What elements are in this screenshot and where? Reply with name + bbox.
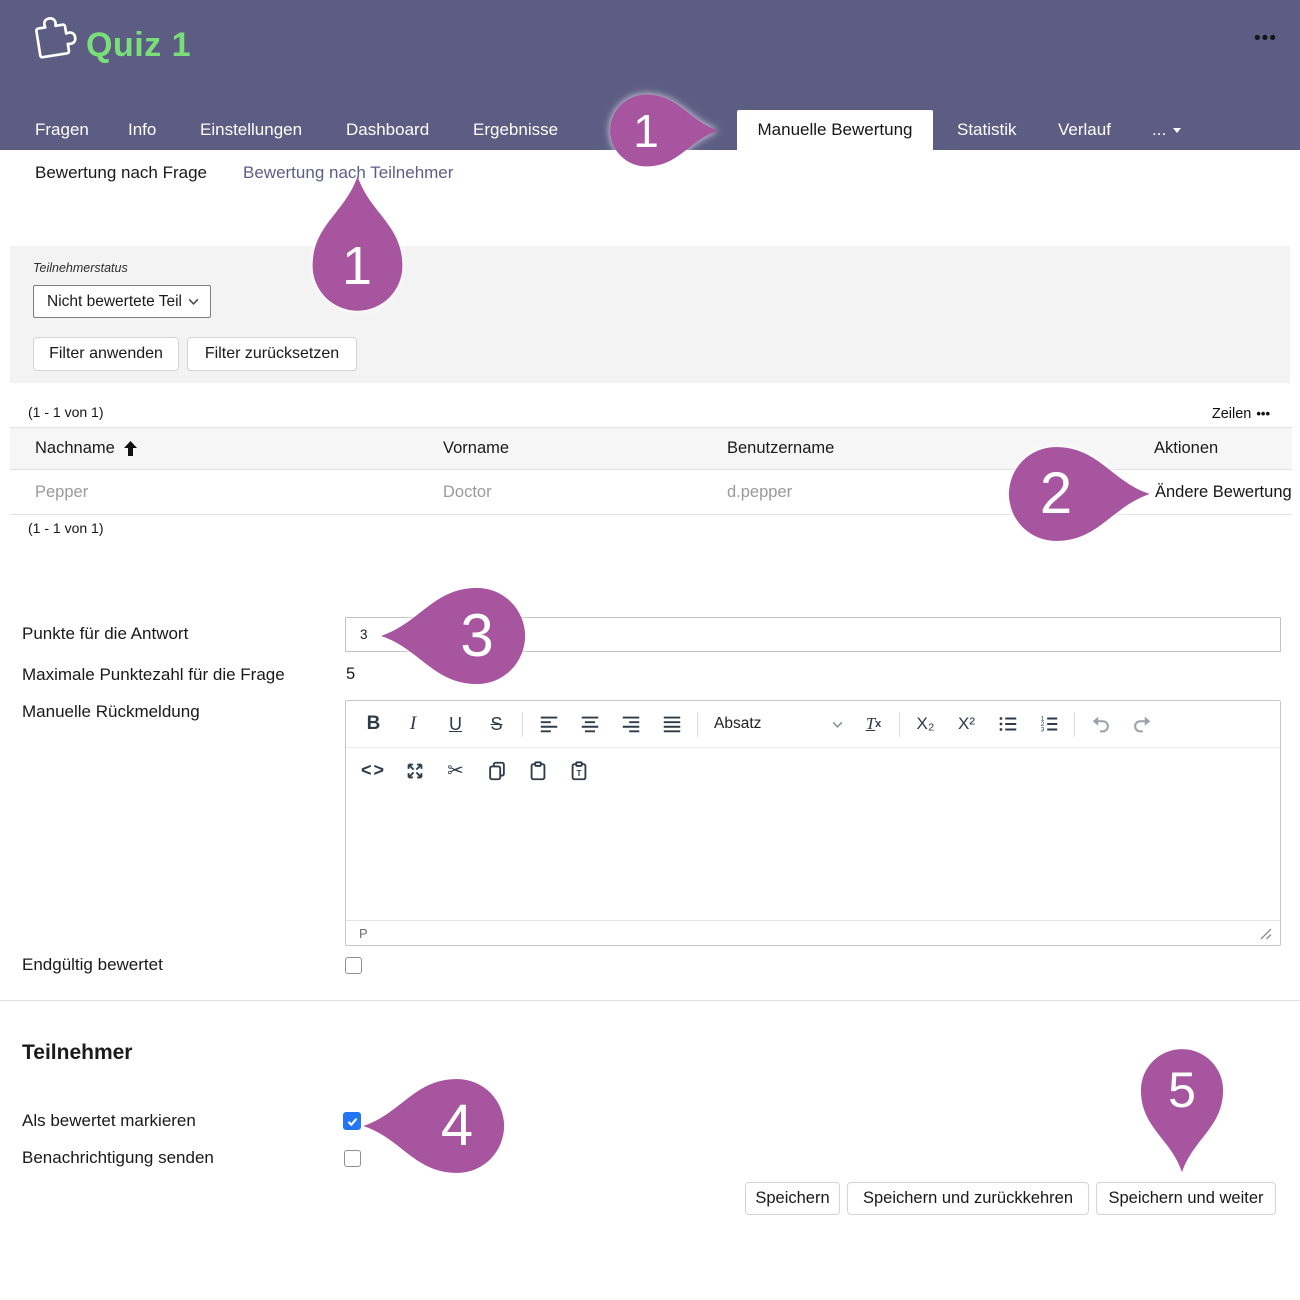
send-notification-checkbox[interactable] <box>344 1150 361 1167</box>
send-notification-label: Benachrichtigung senden <box>22 1148 214 1168</box>
manual-grading-page: Quiz 1 ••• Fragen Info Einstellungen Das… <box>0 0 1300 1300</box>
toolbar-separator <box>697 712 698 737</box>
tab-statistik[interactable]: Statistik <box>957 110 1017 150</box>
cut-icon[interactable]: ✂ <box>435 754 476 788</box>
finalized-label: Endgültig bewertet <box>22 955 163 975</box>
subscript-icon[interactable]: X₂ <box>905 707 946 741</box>
annotation-marker-5: 5 <box>1126 1036 1238 1176</box>
svg-text:T: T <box>576 769 581 778</box>
element-path: P <box>359 926 368 941</box>
strikethrough-icon[interactable]: S <box>476 707 517 741</box>
toolbar-separator <box>522 712 523 737</box>
svg-text:3: 3 <box>1040 727 1044 734</box>
toolbar-separator <box>899 712 900 737</box>
tab-manuelle-bewertung[interactable]: Manuelle Bewertung <box>737 110 933 150</box>
bold-icon[interactable]: B <box>353 707 394 741</box>
numbered-list-icon[interactable]: 123 <box>1028 707 1069 741</box>
cell-nachname: Pepper <box>35 471 88 514</box>
mark-graded-label: Als bewertet markieren <box>22 1111 196 1131</box>
table-row: Pepper Doctor d.pepper Ändere Bewertung <box>10 471 1292 515</box>
redo-icon[interactable] <box>1121 707 1162 741</box>
undo-icon[interactable] <box>1080 707 1121 741</box>
main-tab-bar: Fragen Info Einstellungen Dashboard Erge… <box>0 110 1300 150</box>
checkmark-icon <box>346 1115 359 1128</box>
column-header-benutzername[interactable]: Benutzername <box>727 428 834 469</box>
align-left-icon[interactable] <box>528 707 569 741</box>
tab-dashboard[interactable]: Dashboard <box>346 110 429 150</box>
paste-icon[interactable] <box>517 754 558 788</box>
superscript-icon[interactable]: X² <box>946 707 987 741</box>
participant-status-select[interactable]: Nicht bewertete Teil <box>33 285 211 318</box>
source-code-icon[interactable]: <> <box>353 754 394 788</box>
tab-einstellungen[interactable]: Einstellungen <box>200 110 302 150</box>
result-count-bottom: (1 - 1 von 1) <box>28 520 103 536</box>
italic-icon[interactable]: I <box>394 707 435 741</box>
finalized-checkbox[interactable] <box>345 957 362 974</box>
table-header-row: Nachname Vorname Benutzername Aktionen <box>10 427 1292 470</box>
rows-menu[interactable]: Zeilen••• <box>1212 406 1270 422</box>
tab-more[interactable]: ... <box>1152 110 1181 150</box>
max-points-label: Maximale Punktezahl für die Frage <box>22 665 285 685</box>
page-title: Quiz 1 <box>86 26 191 65</box>
filter-panel: Teilnehmerstatus Nicht bewertete Teil Fi… <box>10 246 1290 383</box>
result-count-top: (1 - 1 von 1) <box>28 404 103 420</box>
bullet-list-icon[interactable] <box>987 707 1028 741</box>
participant-status-label: Teilnehmerstatus <box>33 261 128 275</box>
points-input[interactable] <box>345 617 1281 652</box>
save-and-next-button[interactable]: Speichern und weiter <box>1096 1182 1276 1215</box>
chevron-down-icon <box>831 718 844 731</box>
feedback-editor: B I U S Absatz Tx X₂ X² 123 <> <box>345 700 1281 946</box>
max-points-value: 5 <box>346 665 355 684</box>
save-button[interactable]: Speichern <box>745 1182 840 1215</box>
column-header-nachname[interactable]: Nachname <box>35 428 137 469</box>
toolbar-separator <box>1074 712 1075 737</box>
tab-ergebnisse[interactable]: Ergebnisse <box>473 110 558 150</box>
align-center-icon[interactable] <box>569 707 610 741</box>
fullscreen-icon[interactable] <box>394 754 435 788</box>
clear-formatting-icon[interactable]: Tx <box>853 707 894 741</box>
tab-verlauf[interactable]: Verlauf <box>1058 110 1111 150</box>
app-header: Quiz 1 ••• Fragen Info Einstellungen Das… <box>0 0 1300 150</box>
resize-handle-icon[interactable] <box>1260 928 1272 940</box>
subtab-bewertung-nach-frage[interactable]: Bewertung nach Frage <box>35 150 207 195</box>
paste-as-text-icon[interactable]: T <box>558 754 599 788</box>
section-divider <box>0 1000 1300 1001</box>
align-justify-icon[interactable] <box>651 707 692 741</box>
editor-toolbar-row1: B I U S Absatz Tx X₂ X² 123 <box>346 701 1280 747</box>
cell-benutzername: d.pepper <box>727 471 792 514</box>
column-header-aktionen: Aktionen <box>1154 428 1218 469</box>
column-header-vorname[interactable]: Vorname <box>443 428 509 469</box>
annotation-number: 4 <box>441 1097 473 1155</box>
filter-reset-button[interactable]: Filter zurücksetzen <box>187 337 357 371</box>
header-overflow-menu[interactable]: ••• <box>1254 28 1277 50</box>
paragraph-format-value: Absatz <box>714 715 761 733</box>
annotation-marker-4: 4 <box>375 1046 503 1206</box>
underline-icon[interactable]: U <box>435 707 476 741</box>
cell-vorname: Doctor <box>443 471 492 514</box>
annotation-number: 5 <box>1168 1065 1196 1115</box>
tab-fragen[interactable]: Fragen <box>35 110 89 150</box>
participant-status-value: Nicht bewertete Teil <box>47 293 182 311</box>
subtab-bewertung-nach-teilnehmer[interactable]: Bewertung nach Teilnehmer <box>243 150 453 195</box>
editor-toolbar-row2: <> ✂ T <box>346 747 1280 793</box>
save-and-return-button[interactable]: Speichern und zurückkehren <box>847 1182 1089 1215</box>
chevron-down-icon <box>187 295 200 308</box>
manual-feedback-label: Manuelle Rückmeldung <box>22 702 200 722</box>
change-grading-link[interactable]: Ändere Bewertung <box>1155 471 1292 514</box>
copy-icon[interactable] <box>476 754 517 788</box>
editor-status-bar: P <box>346 920 1280 946</box>
mark-graded-checkbox[interactable] <box>343 1112 361 1130</box>
participant-heading: Teilnehmer <box>22 1041 132 1065</box>
rows-menu-dots-icon: ••• <box>1256 406 1270 421</box>
feedback-editor-content[interactable] <box>346 793 1280 920</box>
points-label: Punkte für die Antwort <box>22 624 188 644</box>
filter-apply-button[interactable]: Filter anwenden <box>33 337 179 371</box>
tab-info[interactable]: Info <box>128 110 156 150</box>
paragraph-format-select[interactable]: Absatz <box>703 707 853 741</box>
sort-ascending-icon <box>124 441 137 456</box>
puzzle-piece-icon <box>20 10 86 76</box>
caret-down-icon <box>1173 128 1181 133</box>
align-right-icon[interactable] <box>610 707 651 741</box>
